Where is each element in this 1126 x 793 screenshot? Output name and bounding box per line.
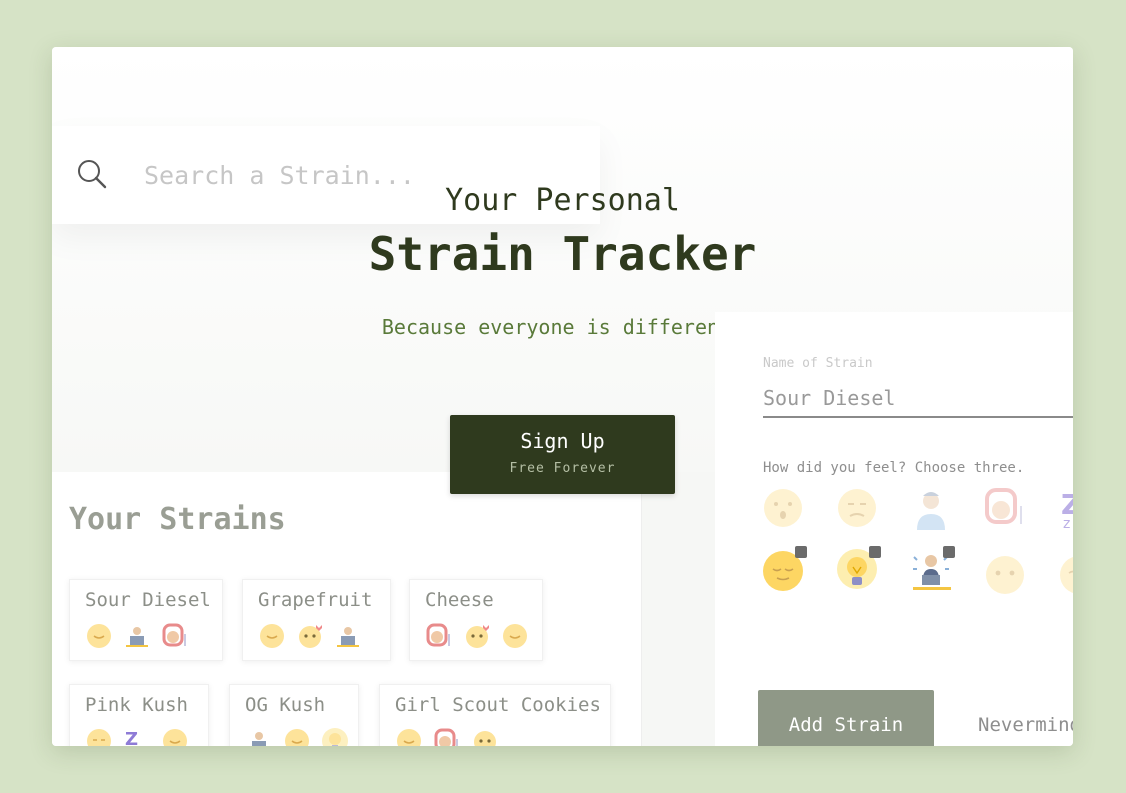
strains-title: Your Strains [69, 502, 286, 537]
add-strain-form: Name of Strain How did you feel? Choose … [715, 312, 1073, 746]
happy-face-icon[interactable] [983, 553, 1027, 597]
sleepy-face-icon [85, 727, 113, 746]
heart-eyes-icon [296, 622, 324, 650]
heart-eyes-icon [463, 622, 491, 650]
strain-card-name: Cheese [425, 589, 494, 611]
aroused-icon [425, 622, 453, 650]
strain-card-name: Grapefruit [258, 589, 373, 611]
check-icon [869, 546, 881, 558]
focused-worker-icon [123, 622, 151, 650]
svg-text:z: z [138, 742, 144, 746]
focused-worker-icon [245, 727, 273, 746]
relaxed-face-icon[interactable] [761, 546, 807, 593]
surprised-face-icon[interactable] [761, 486, 805, 530]
creative-bulb-icon [321, 727, 349, 746]
strain-card[interactable]: Girl Scout Cookies [379, 684, 611, 746]
smile-icon [161, 727, 189, 746]
strain-card-icons [245, 727, 349, 746]
smile-icon [501, 622, 529, 650]
svg-text:Z: Z [125, 729, 138, 746]
strain-card-name: Girl Scout Cookies [395, 694, 601, 716]
strain-card[interactable]: Cheese [409, 579, 543, 661]
strain-name-label: Name of Strain [763, 356, 873, 371]
strain-card[interactable]: Pink Kush Zz [69, 684, 209, 746]
strain-name-input[interactable] [763, 380, 1073, 418]
creative-bulb-icon[interactable] [835, 546, 881, 593]
strain-card[interactable]: OG Kush [229, 684, 359, 746]
strain-card-name: OG Kush [245, 694, 326, 716]
strain-card-name: Sour Diesel [85, 589, 211, 611]
aroused-icon [161, 622, 189, 650]
heart-eyes-icon [471, 727, 499, 746]
strain-card-icons [395, 727, 499, 746]
strain-card-icons [258, 622, 362, 650]
smile-icon [283, 727, 311, 746]
sleep-zz-icon[interactable]: Zz [1057, 486, 1073, 530]
aroused-icon[interactable] [983, 486, 1027, 530]
app-window: Your Personal Strain Tracker Because eve… [52, 47, 1073, 746]
check-icon [943, 546, 955, 558]
strain-card-icons: Zz [85, 727, 189, 746]
smile-icon [258, 622, 286, 650]
hero-title: Strain Tracker [368, 227, 757, 281]
strain-card[interactable]: Sour Diesel [69, 579, 223, 661]
confused-face-icon[interactable] [835, 486, 879, 530]
smile-face-icon[interactable] [1057, 553, 1073, 597]
your-strains-panel: Your Strains Sour Diesel Grapefruit Chee… [52, 472, 642, 746]
check-icon [795, 546, 807, 558]
dizzy-person-icon[interactable] [909, 486, 953, 530]
feelings-label: How did you feel? Choose three. [763, 460, 1025, 476]
aroused-icon [433, 727, 461, 746]
strain-card-icons [425, 622, 529, 650]
svg-text:z: z [1063, 516, 1070, 530]
add-strain-button[interactable]: Add Strain [758, 690, 934, 746]
sign-up-label: Sign Up [520, 429, 605, 453]
hero-title-line1: Your Personal [445, 183, 680, 218]
sign-up-sublabel: Free Forever [509, 461, 616, 476]
sign-up-button[interactable]: Sign Up Free Forever [450, 415, 675, 494]
sleep-zz-icon: Zz [123, 727, 151, 746]
strain-card-name: Pink Kush [85, 694, 188, 716]
focused-worker-icon [334, 622, 362, 650]
strain-card-icons [85, 622, 189, 650]
smile-icon [85, 622, 113, 650]
strain-card[interactable]: Grapefruit [242, 579, 391, 661]
smile-icon [395, 727, 423, 746]
nevermind-button[interactable]: Nevermind [978, 714, 1073, 736]
focused-worker-icon[interactable] [909, 546, 955, 593]
